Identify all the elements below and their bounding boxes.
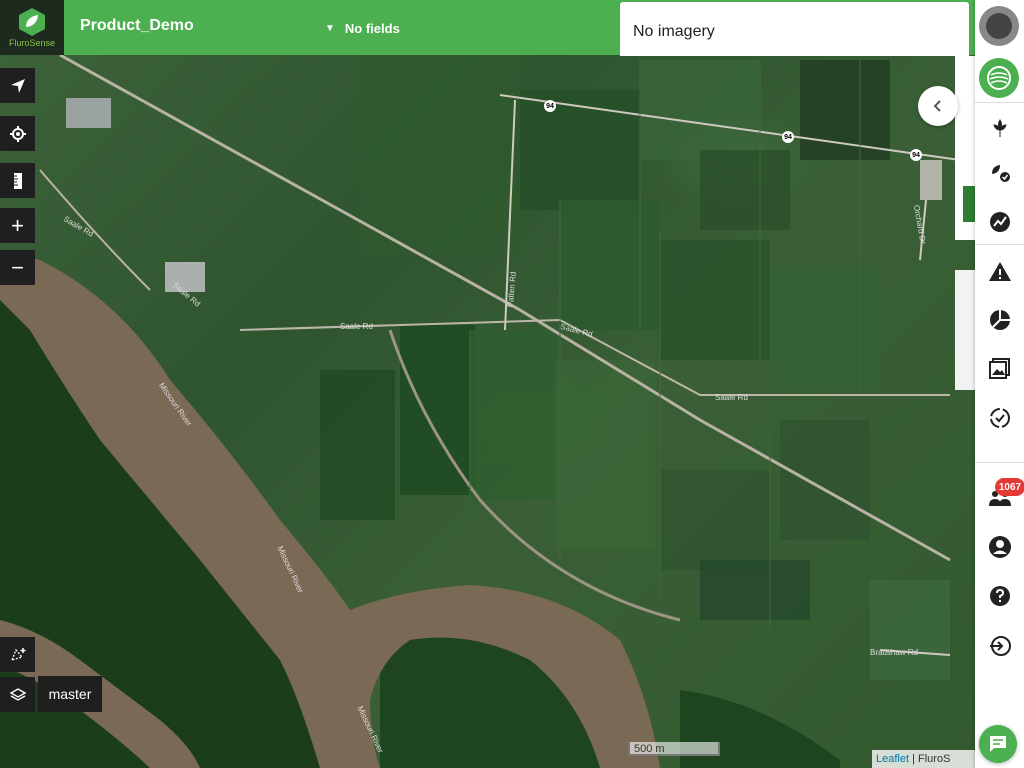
alerts-button[interactable] [975, 252, 1024, 292]
imagery-icon [988, 358, 1010, 379]
logo-text: FluroSense [8, 38, 56, 48]
fields-dropdown[interactable]: ▼ No fields [325, 21, 400, 36]
account-icon [988, 536, 1011, 558]
info-panel-peek [955, 270, 975, 390]
logo-icon [19, 8, 45, 36]
user-avatar[interactable] [979, 6, 1019, 46]
zoom-in-button[interactable]: + [0, 208, 35, 243]
crosshair-icon [9, 125, 26, 142]
help-icon [989, 586, 1010, 606]
compare-button[interactable] [975, 398, 1024, 438]
logout-icon [989, 636, 1011, 656]
map-canvas[interactable]: Saale Rd Saale Rd Saale Rd Saale Rd Saal… [0, 0, 975, 768]
analytics-icon [989, 212, 1010, 232]
navigation-arrow-icon [10, 78, 25, 93]
right-nav-rail: 1067 [975, 0, 1024, 768]
map-scale: 500 m [628, 742, 720, 756]
locate-me-button[interactable] [0, 116, 35, 151]
measure-button[interactable] [0, 163, 35, 198]
locate-direction-button[interactable] [0, 68, 35, 103]
help-button[interactable] [975, 576, 1024, 616]
project-title[interactable]: Product_Demo [80, 17, 194, 35]
zoning-button[interactable] [975, 300, 1024, 340]
layers-button[interactable] [0, 677, 35, 712]
app-logo[interactable]: FluroSense [0, 0, 64, 55]
farm-icon [987, 66, 1011, 90]
ruler-icon [13, 172, 22, 189]
crop-performance-button[interactable] [975, 152, 1024, 192]
collapse-panel-button[interactable] [918, 86, 958, 126]
account-button[interactable] [975, 527, 1024, 567]
route-shield: 94 [910, 149, 922, 161]
imagery-label: No imagery [633, 23, 715, 40]
alert-icon [988, 262, 1011, 281]
caret-down-icon: ▼ [325, 23, 335, 34]
fields-dropdown-label: No fields [344, 21, 400, 36]
layers-icon [9, 687, 26, 701]
attribution-sep: | [909, 753, 919, 765]
zoning-icon [989, 310, 1010, 330]
minus-icon: − [11, 254, 24, 280]
farm-button[interactable] [979, 58, 1019, 98]
zoom-out-button[interactable]: − [0, 250, 35, 285]
notification-badge: 1067 [995, 478, 1024, 496]
analytics-button[interactable] [975, 202, 1024, 242]
road-label: Saale Rd [340, 322, 373, 331]
imagery-button[interactable] [975, 348, 1024, 388]
route-shield: 94 [782, 131, 794, 143]
crop-performance-icon [991, 165, 1010, 182]
road-label: Saale Rd [715, 393, 748, 402]
logout-button[interactable] [975, 626, 1024, 666]
chevron-left-icon [933, 100, 941, 112]
draw-polygon-icon [10, 647, 25, 661]
map-attribution: Leaflet | FluroS [872, 750, 975, 768]
plus-icon: + [11, 212, 24, 238]
crop-icon [992, 119, 1007, 137]
crop-button[interactable] [975, 108, 1024, 148]
satellite-imagery [0, 53, 961, 768]
draw-polygon-button[interactable] [0, 637, 35, 672]
route-shield: 94 [544, 100, 556, 112]
attribution-text: FluroS [918, 753, 951, 765]
compare-icon [989, 408, 1010, 428]
leaflet-link[interactable]: Leaflet [876, 753, 909, 765]
imagery-selector[interactable]: No imagery [620, 2, 969, 56]
branch-label[interactable]: master [38, 676, 102, 712]
road-label: Bradshaw Rd [870, 648, 919, 657]
field-panel-peek [955, 56, 975, 240]
avatar-icon [986, 13, 1012, 39]
chat-button[interactable] [979, 725, 1017, 763]
chat-icon [990, 736, 1006, 752]
add-field-button-peek[interactable] [963, 186, 975, 222]
